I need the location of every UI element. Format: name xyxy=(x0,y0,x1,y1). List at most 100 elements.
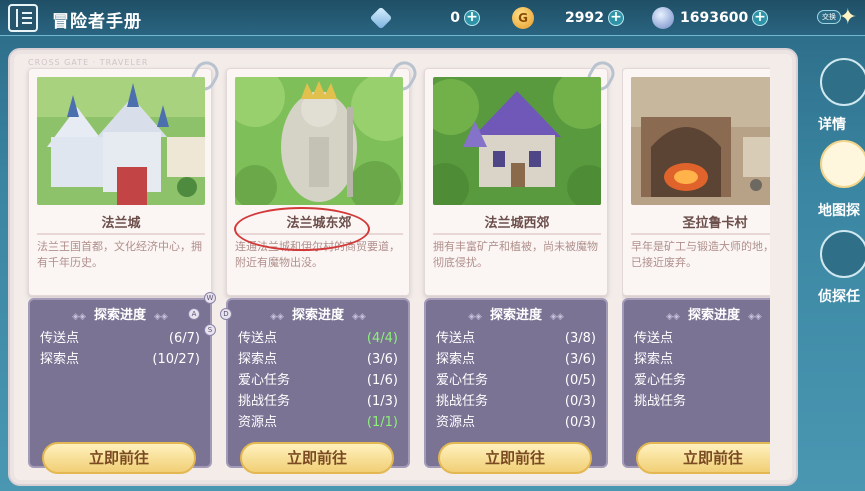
gem-resource: 0 + xyxy=(369,6,480,30)
gold-value: 2992 xyxy=(565,10,604,26)
page-title: 冒险者手册 xyxy=(52,12,142,32)
progress-value: (10/27) xyxy=(152,352,200,367)
silver-coin-icon xyxy=(652,7,674,29)
location-card: 法兰城西郊 拥有丰富矿产和植被，尚未被魔物彻底侵扰。 探索进度 传送点 (3/8)… xyxy=(424,57,619,474)
progress-title: 探索进度 xyxy=(624,304,770,323)
location-name: 法兰城西郊 xyxy=(484,216,550,231)
progress-label: 传送点 xyxy=(40,331,80,346)
progress-value: (0/5) xyxy=(564,373,596,388)
location-image xyxy=(433,77,601,205)
progress-value: (1/3) xyxy=(366,394,398,409)
progress-value: (0/3) xyxy=(564,415,596,430)
progress-label: 探索点 xyxy=(436,352,476,367)
key-a[interactable]: A xyxy=(188,308,200,320)
card-frame: 法兰城东郊 连通法兰城和伊尔村的商贸要道，附近有魔物出没。 xyxy=(226,57,421,296)
card-clip-region: 圣拉鲁卡村 早年是矿工与锻造大师的地，如今已接近废弃。 探索进度 传送点( 探索… xyxy=(622,50,770,480)
progress-row: 探索点 (10/27) xyxy=(40,349,200,370)
highlight-annotation-circle xyxy=(234,207,370,251)
card-frame: 法兰城 法兰王国首都，文化经济中心，拥有千年历史。 xyxy=(28,57,223,296)
progress-value: (3/8) xyxy=(564,331,596,346)
go-now-button[interactable]: 立即前往 xyxy=(42,442,196,474)
progress-label: 资源点 xyxy=(436,415,476,430)
divider xyxy=(37,233,205,235)
divider xyxy=(433,233,601,235)
sidebar-item-detective[interactable]: 侦探任 xyxy=(818,286,865,306)
card-frame: 圣拉鲁卡村 早年是矿工与锻造大师的地，如今已接近废弃。 xyxy=(622,68,770,296)
add-gem-button[interactable]: + xyxy=(464,10,480,26)
progress-row: 挑战任务 (0/3) xyxy=(436,391,596,412)
gold-resource: G 2992 + xyxy=(512,7,624,29)
go-now-button[interactable]: 立即前往 xyxy=(240,442,394,474)
top-bar: 冒险者手册 0 + G 2992 + 1693600 + 交换 ✦ xyxy=(0,0,865,36)
progress-row: 资源点 (0/3) xyxy=(436,412,596,433)
progress-row: 传送点 (3/8) xyxy=(436,328,596,349)
silver-resource: 1693600 + xyxy=(652,7,768,29)
progress-row: 资源点 (1/1) xyxy=(238,412,398,433)
progress-label: 传送点 xyxy=(634,331,674,346)
progress-value: (1/6) xyxy=(366,373,398,388)
progress-row: 探索点 (3/6) xyxy=(238,349,398,370)
right-sidebar: 详情 地图探 侦探任 xyxy=(806,50,865,490)
sidebar-item-details[interactable]: 详情 xyxy=(818,114,865,134)
progress-row: 挑战任务 (1/3) xyxy=(238,391,398,412)
progress-label: 探索点 xyxy=(238,352,278,367)
progress-label: 爱心任务 xyxy=(634,373,687,388)
progress-row: 挑战任务(0 xyxy=(634,391,770,412)
map-compass-icon[interactable] xyxy=(820,140,865,188)
location-card: 法兰城 法兰王国首都，文化经济中心，拥有千年历史。 探索进度 传送点(6/7) … xyxy=(28,57,223,474)
gem-value: 0 xyxy=(450,10,460,26)
progress-row: 传送点 (4/4) xyxy=(238,328,398,349)
progress-row: 传送点 (6/7) xyxy=(40,328,200,349)
card-frame: 法兰城西郊 拥有丰富矿产和植被，尚未被魔物彻底侵扰。 xyxy=(424,57,619,296)
location-description: 法兰王国首都，文化经济中心，拥有千年历史。 xyxy=(37,240,202,269)
location-name: 法兰城 xyxy=(101,216,141,231)
location-image xyxy=(37,77,205,205)
key-d[interactable]: D xyxy=(220,308,232,320)
progress-label: 探索点 xyxy=(40,352,80,367)
details-icon[interactable] xyxy=(820,58,865,106)
progress-value: (3/6) xyxy=(564,352,596,367)
divider xyxy=(631,233,770,235)
adventure-panel: CROSS GATE · TRAVELER 法兰城 法兰王国首都，文化经济中心，… xyxy=(8,48,798,486)
silver-value: 1693600 xyxy=(680,10,749,26)
progress-label: 爱心任务 xyxy=(436,373,489,388)
progress-label: 传送点 xyxy=(238,331,278,346)
progress-label: 爱心任务 xyxy=(238,373,291,388)
progress-row: 探索点( xyxy=(634,349,770,370)
location-description: 拥有丰富矿产和植被，尚未被魔物彻底侵扰。 xyxy=(433,240,598,269)
progress-label: 挑战任务 xyxy=(436,394,489,409)
location-name: 圣拉鲁卡村 xyxy=(682,216,748,231)
exchange-button[interactable]: 交换 ✦ xyxy=(817,4,857,32)
progress-title: 探索进度 xyxy=(426,304,606,323)
detective-icon[interactable] xyxy=(820,230,865,278)
location-description: 早年是矿工与锻造大师的地，如今已接近废弃。 xyxy=(631,240,770,269)
go-now-button[interactable]: 立即前往 xyxy=(438,442,592,474)
location-image xyxy=(631,77,770,205)
progress-row: 爱心任务( xyxy=(634,370,770,391)
location-image xyxy=(235,77,403,205)
progress-value: (1/1) xyxy=(366,415,398,430)
key-s[interactable]: S xyxy=(204,324,216,336)
exchange-tag: 交换 xyxy=(817,10,841,24)
location-card: 法兰城东郊 连通法兰城和伊尔村的商贸要道，附近有魔物出没。 探索进度 传送点 (4… xyxy=(226,57,421,474)
panel-watermark: CROSS GATE · TRAVELER xyxy=(28,58,149,67)
progress-value: (0/3) xyxy=(564,394,596,409)
go-now-button[interactable]: 立即前往 xyxy=(636,442,770,474)
progress-title: 探索进度 xyxy=(228,304,408,323)
progress-row: 爱心任务 (0/5) xyxy=(436,370,596,391)
key-w[interactable]: W xyxy=(204,292,216,304)
book-icon[interactable] xyxy=(8,4,38,32)
progress-label: 传送点 xyxy=(436,331,476,346)
add-gold-button[interactable]: + xyxy=(608,10,624,26)
wasd-pad[interactable]: W A D S xyxy=(186,292,234,340)
gold-coin-icon: G xyxy=(512,7,534,29)
gem-icon xyxy=(369,6,393,30)
progress-title: 探索进度 xyxy=(30,304,210,323)
progress-value: (3/6) xyxy=(366,352,398,367)
progress-value: (4/4) xyxy=(366,331,398,346)
progress-label: 挑战任务 xyxy=(634,394,687,409)
sidebar-item-map[interactable]: 地图探 xyxy=(818,200,865,220)
progress-row: 传送点( xyxy=(634,328,770,349)
add-silver-button[interactable]: + xyxy=(752,10,768,26)
sparkle-icon: ✦ xyxy=(838,5,857,30)
